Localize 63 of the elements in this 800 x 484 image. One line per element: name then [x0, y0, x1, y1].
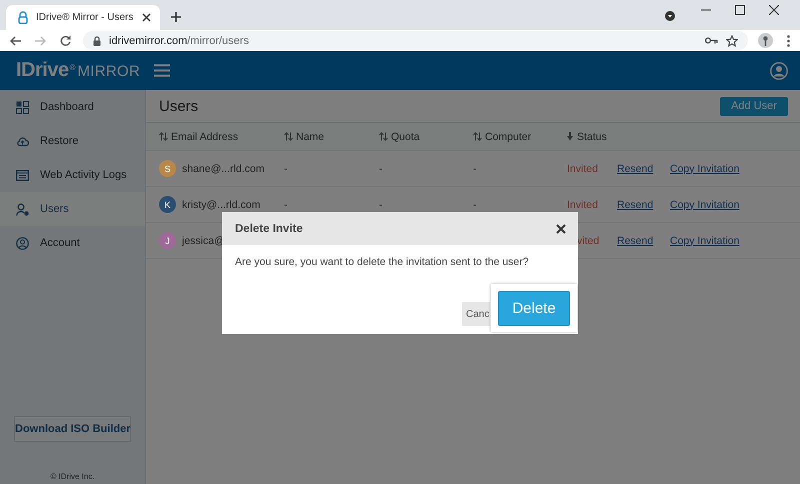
account-icon — [16, 236, 29, 250]
close-icon[interactable] — [142, 13, 151, 22]
copyright-text: © IDrive Inc. — [49, 472, 96, 481]
maximize-icon[interactable] — [735, 5, 745, 15]
dialog-title: Delete Invite — [235, 222, 303, 234]
copy-link[interactable]: Copy Invitation — [670, 162, 740, 174]
dialog-message: Are you sure, you want to delete the invitation sent to the user? — [234, 255, 530, 270]
column-header[interactable]: Computer — [473, 130, 567, 142]
sidebar-item[interactable]: Users — [0, 192, 145, 226]
media-icon[interactable] — [665, 11, 675, 21]
user-icon[interactable] — [770, 62, 788, 80]
column-header[interactable]: Quota — [379, 130, 473, 142]
list-icon — [16, 168, 29, 182]
star-icon[interactable] — [726, 34, 738, 46]
lock-icon — [93, 36, 101, 46]
delete-button[interactable]: Delete — [498, 290, 570, 326]
logo: IDrive®MIRROR — [16, 59, 140, 82]
add-user-button[interactable]: Add User — [720, 96, 788, 116]
key-icon[interactable] — [705, 37, 718, 44]
page-title: Users — [159, 98, 198, 114]
resend-link[interactable]: Resend — [617, 198, 654, 210]
browser-tab[interactable]: IDrive® Mirror - Users — [6, 5, 160, 30]
copy-link[interactable]: Copy Invitation — [670, 198, 740, 210]
address-bar[interactable]: idrivemirror.com/mirror/users — [83, 31, 748, 50]
column-header[interactable]: Email Address — [159, 130, 284, 142]
avatar: S — [159, 160, 176, 177]
table-cell: - — [473, 198, 476, 210]
grid-icon — [16, 100, 29, 114]
lock-logo-icon — [18, 11, 28, 24]
email-text: shane@...rld.com — [182, 162, 264, 174]
copy-link[interactable]: Copy Invitation — [670, 234, 740, 246]
resend-link[interactable]: Resend — [617, 162, 654, 174]
url-text: idrivemirror.com/mirror/users — [109, 34, 249, 46]
column-header[interactable]: Name — [284, 130, 379, 142]
column-header[interactable]: Status — [567, 130, 617, 142]
sidebar-item[interactable]: Account — [0, 226, 145, 260]
avatar-icon[interactable] — [758, 33, 773, 48]
table-cell: - — [379, 162, 382, 174]
download-button[interactable]: Download ISO Builder — [14, 416, 131, 442]
cloud-icon — [16, 134, 29, 148]
table-cell: - — [284, 198, 288, 210]
sidebar-item[interactable]: Dashboard — [0, 90, 145, 124]
cancel-button[interactable]: Canc — [462, 302, 490, 326]
status-text: Invited — [567, 198, 598, 210]
email-text: kristy@...rld.com — [182, 198, 260, 210]
close-icon[interactable] — [556, 224, 566, 234]
sidebar-item[interactable]: Restore — [0, 124, 145, 158]
sidebar-item[interactable]: Web Activity Logs — [0, 158, 145, 192]
new-tab-icon[interactable] — [171, 12, 181, 22]
status-text: vited — [577, 234, 600, 246]
close-icon[interactable] — [769, 5, 779, 15]
table-cell: - — [379, 198, 382, 210]
avatar: K — [159, 196, 176, 213]
reload-icon[interactable] — [60, 35, 71, 46]
user-icon — [16, 202, 29, 216]
resend-link[interactable]: Resend — [617, 234, 654, 246]
status-text: Invited — [567, 162, 598, 174]
more-icon[interactable] — [787, 34, 790, 46]
back-icon[interactable] — [10, 36, 21, 46]
menu-icon[interactable] — [154, 64, 170, 77]
table-cell: - — [284, 162, 288, 174]
avatar: J — [159, 232, 176, 249]
table-cell: - — [473, 162, 476, 174]
